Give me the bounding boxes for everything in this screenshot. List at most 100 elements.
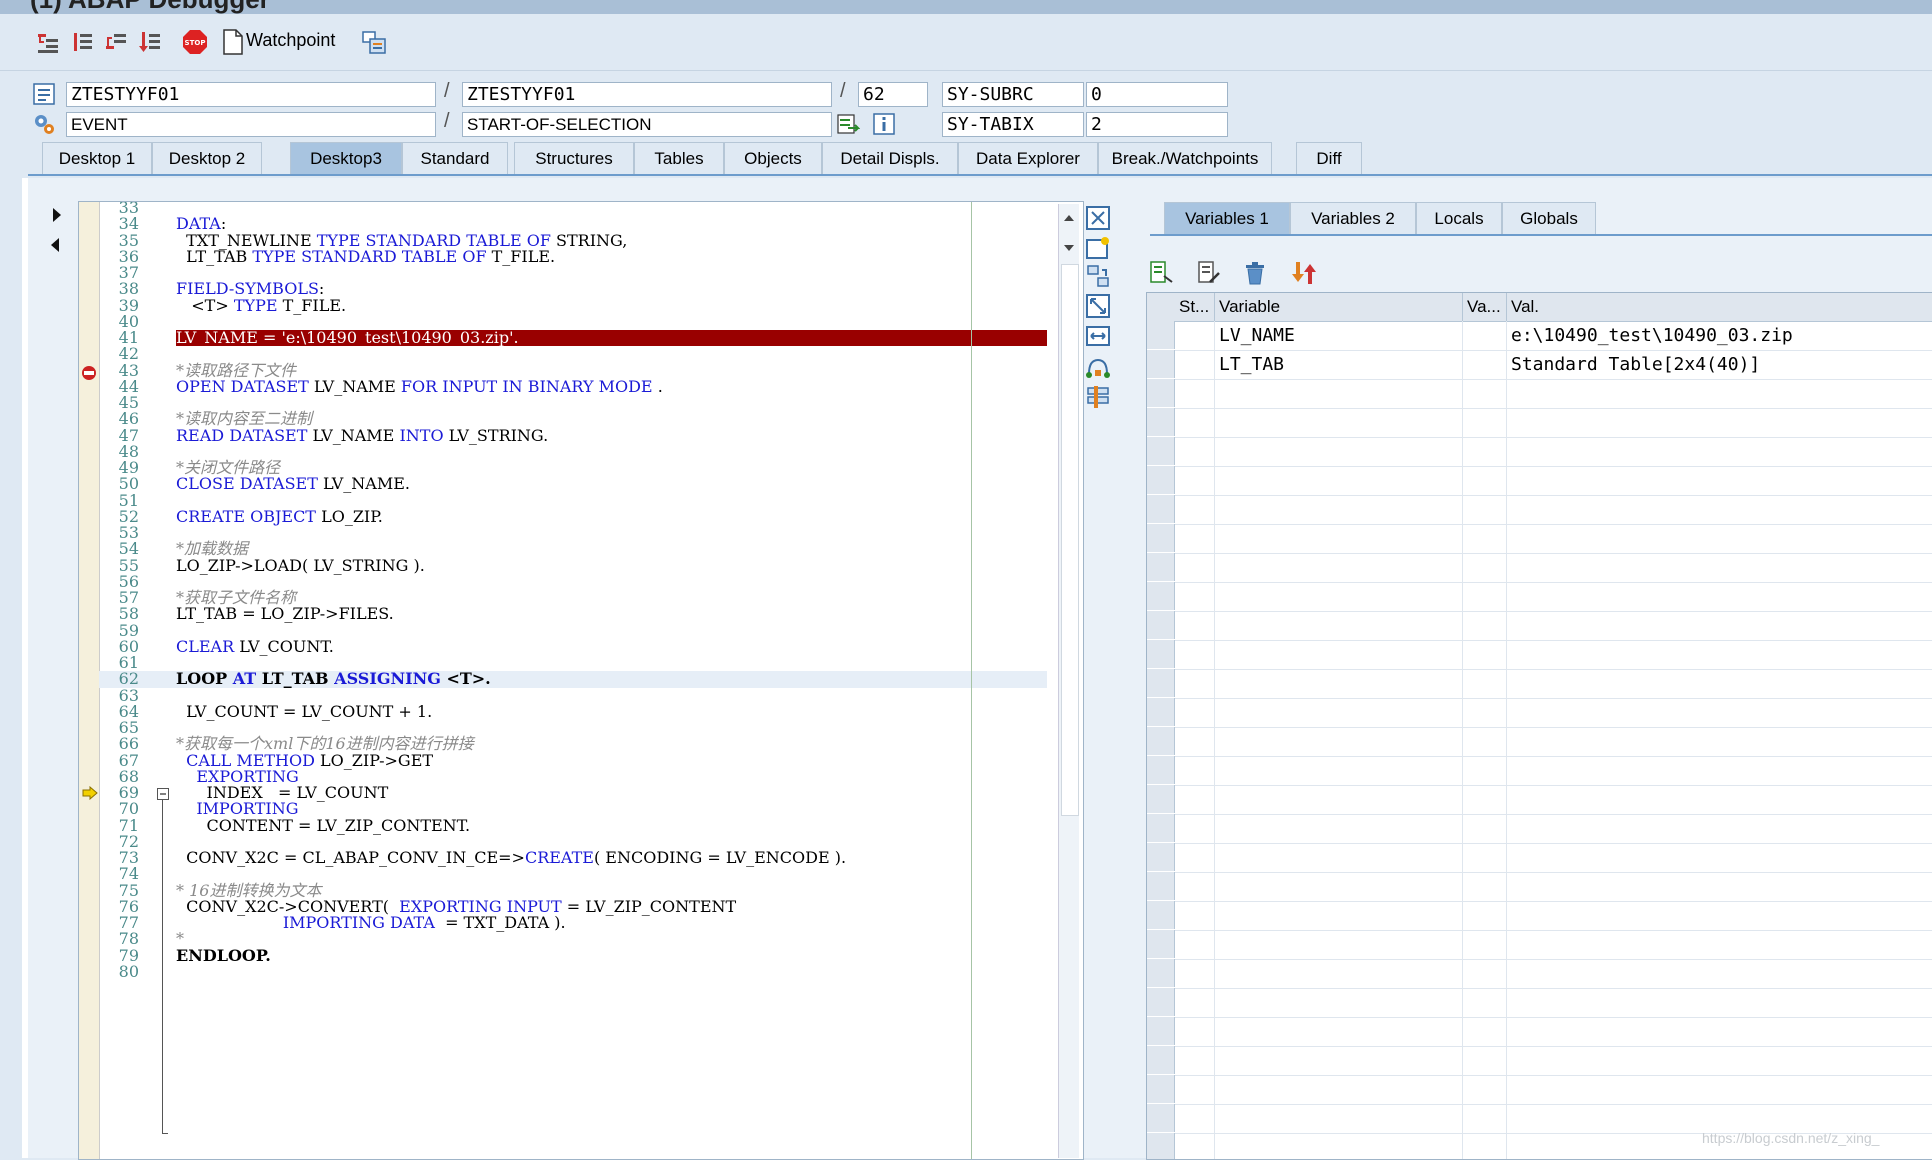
value-cell[interactable] [1507,901,1932,930]
row-selector[interactable] [1147,1017,1175,1045]
tab-variables-2[interactable]: Variables 2 [1290,202,1416,234]
va-cell[interactable] [1463,698,1507,727]
va-cell[interactable] [1463,582,1507,611]
swap-tool-icon[interactable] [1084,262,1112,290]
value-cell[interactable] [1507,379,1932,408]
code-line[interactable]: 41 LV_NAME = 'e:\10490_test\10490_03.zip'… [99,329,1047,347]
row-selector[interactable] [1147,466,1175,494]
col-va[interactable]: Va... [1463,293,1507,321]
program-field[interactable]: ZTESTYYF01 [66,82,436,107]
value-cell[interactable] [1507,1046,1932,1075]
row-selector[interactable] [1147,1075,1175,1103]
table-row[interactable] [1147,785,1932,815]
table-row[interactable] [1147,379,1932,409]
close-tool-icon[interactable] [1084,204,1112,232]
va-cell[interactable] [1463,756,1507,785]
va-cell[interactable] [1463,1017,1507,1046]
event-type-field[interactable]: EVENT [66,112,436,137]
code-line[interactable]: 79 ENDLOOP. [99,947,1047,964]
va-cell[interactable] [1463,814,1507,843]
value-cell[interactable] [1507,698,1932,727]
value-cell[interactable] [1507,611,1932,640]
row-selector[interactable] [1147,437,1175,465]
tab-diff[interactable]: Diff [1296,142,1362,174]
row-selector[interactable] [1147,785,1175,813]
table-row[interactable] [1147,698,1932,728]
table-row[interactable] [1147,553,1932,583]
maximize-tool-icon[interactable] [1084,292,1112,320]
table-row[interactable] [1147,466,1932,496]
tab-tables[interactable]: Tables [634,142,724,174]
row-selector[interactable] [1147,611,1175,639]
status-cell[interactable] [1175,901,1215,930]
table-row[interactable] [1147,1075,1932,1105]
row-selector[interactable] [1147,495,1175,523]
expand-right-icon[interactable] [50,206,64,224]
tab-globals[interactable]: Globals [1502,202,1596,234]
status-cell[interactable] [1175,1075,1215,1104]
status-cell[interactable] [1175,350,1215,379]
row-selector[interactable] [1147,379,1175,407]
services-tool-icon[interactable] [1084,354,1112,382]
status-cell[interactable] [1175,437,1215,466]
value-cell[interactable]: e:\10490_test\10490_03.zip [1507,321,1932,350]
row-selector[interactable] [1147,640,1175,668]
variable-cell[interactable] [1215,379,1463,408]
status-cell[interactable] [1175,669,1215,698]
va-cell[interactable] [1463,321,1507,350]
table-row[interactable] [1147,901,1932,931]
status-cell[interactable] [1175,1133,1215,1159]
tab-desktop-1[interactable]: Desktop 1 [42,142,152,174]
code-line[interactable]: 60 CLEAR LV_COUNT. [99,638,1047,655]
va-cell[interactable] [1463,466,1507,495]
row-selector[interactable] [1147,408,1175,436]
variable-cell[interactable] [1215,1046,1463,1075]
status-cell[interactable] [1175,930,1215,959]
status-cell[interactable] [1175,959,1215,988]
code-line[interactable]: 47 READ DATASET LV_NAME INTO LV_STRING. [99,427,1047,444]
table-row[interactable] [1147,756,1932,786]
va-cell[interactable] [1463,437,1507,466]
va-cell[interactable] [1463,959,1507,988]
scroll-thumb[interactable] [1061,264,1079,816]
variable-cell[interactable] [1215,756,1463,785]
navigate-source-icon[interactable] [836,112,860,136]
row-selector[interactable] [1147,350,1175,378]
table-row[interactable] [1147,959,1932,989]
variable-cell[interactable] [1215,408,1463,437]
row-selector[interactable] [1147,930,1175,958]
status-cell[interactable] [1175,553,1215,582]
layout-icon[interactable] [360,28,388,56]
tab-break-watchpoints[interactable]: Break./Watchpoints [1098,142,1272,174]
va-cell[interactable] [1463,1133,1507,1159]
row-selector[interactable] [1147,321,1175,349]
variable-cell[interactable] [1215,1133,1463,1159]
value-cell[interactable] [1507,814,1932,843]
value-cell[interactable] [1507,495,1932,524]
table-row[interactable]: LT_TAB Standard Table[2x4(40)] [1147,350,1932,380]
value-cell[interactable] [1507,988,1932,1017]
code-line[interactable]: 36 LT_TAB TYPE STANDARD TABLE OF T_FILE. [99,248,1047,265]
va-cell[interactable] [1463,553,1507,582]
variable-cell[interactable] [1215,611,1463,640]
va-cell[interactable] [1463,1104,1507,1133]
tab-locals[interactable]: Locals [1416,202,1502,234]
col-variable[interactable]: Variable [1215,293,1463,321]
tab-structures[interactable]: Structures [514,142,634,174]
status-cell[interactable] [1175,1017,1215,1046]
va-cell[interactable] [1463,495,1507,524]
value-cell[interactable] [1507,1017,1932,1046]
variable-cell[interactable]: LT_TAB [1215,350,1463,379]
va-cell[interactable] [1463,1075,1507,1104]
value-cell[interactable] [1507,640,1932,669]
va-cell[interactable] [1463,350,1507,379]
table-row[interactable] [1147,843,1932,873]
breakpoint-icon[interactable] [80,364,98,382]
include-field[interactable]: ZTESTYYF01 [462,82,832,107]
va-cell[interactable] [1463,872,1507,901]
code-line[interactable]: 80 [99,963,1047,980]
status-cell[interactable] [1175,379,1215,408]
value-cell[interactable] [1507,408,1932,437]
value-cell[interactable] [1507,959,1932,988]
status-cell[interactable] [1175,408,1215,437]
